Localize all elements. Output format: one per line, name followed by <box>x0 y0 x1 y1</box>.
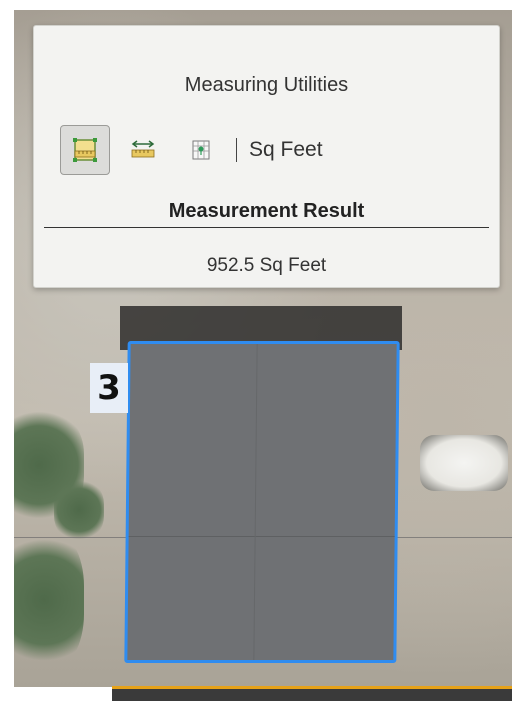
bottom-toolbar-edge <box>112 686 512 701</box>
location-measure-icon <box>192 140 210 160</box>
vehicle-image <box>420 435 508 491</box>
distance-measure-icon <box>131 140 155 158</box>
distance-tool-button[interactable] <box>118 125 168 175</box>
tree-canopy <box>14 530 84 670</box>
measurement-result-heading: Measurement Result <box>168 200 365 222</box>
measure-toolbar: Sq Feet <box>60 125 323 175</box>
location-tool-button[interactable] <box>176 125 226 175</box>
measured-area-polygon[interactable] <box>124 341 400 663</box>
result-divider <box>44 227 489 228</box>
unit-selector[interactable]: Sq Feet <box>249 138 323 162</box>
tree-canopy <box>54 480 104 540</box>
measurement-result-value: 952.5 Sq Feet <box>206 255 327 276</box>
measurement-panel: Measuring Utilities Sq Feet Measurement … <box>33 25 500 288</box>
lot-number-label: 3 <box>90 363 128 413</box>
area-tool-button[interactable] <box>60 125 110 175</box>
toolbar-separator <box>236 138 237 162</box>
panel-title: Measuring Utilities <box>184 74 349 96</box>
area-measure-icon <box>73 138 97 162</box>
